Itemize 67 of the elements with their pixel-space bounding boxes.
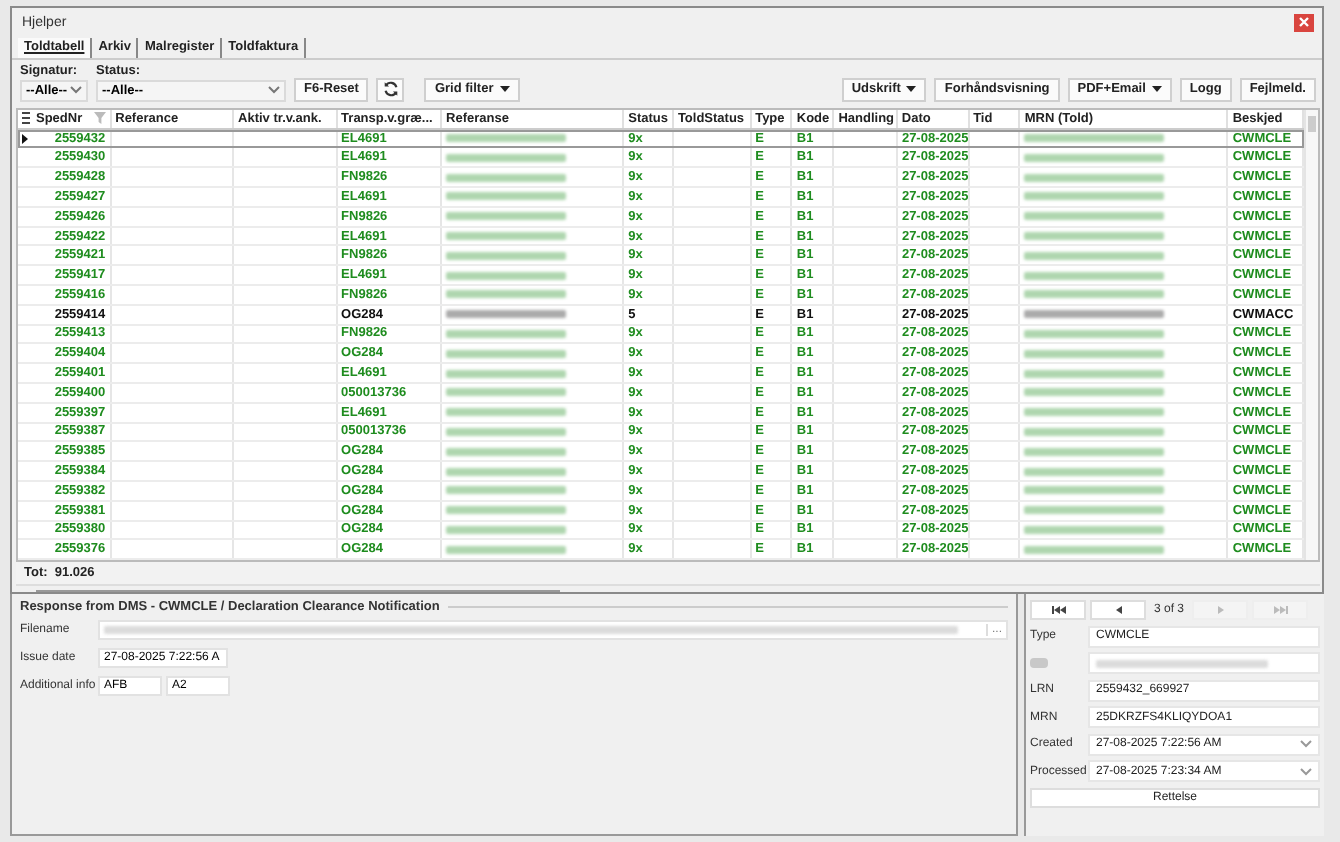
blurred-text <box>446 408 567 417</box>
blurred-text <box>446 192 567 201</box>
blurred-text <box>446 486 567 495</box>
blurred-text <box>1024 486 1164 495</box>
blurred-text <box>446 271 567 280</box>
first-page-icon <box>1051 606 1065 614</box>
blurred-text <box>1024 251 1164 260</box>
nav-button[interactable] <box>1030 600 1086 620</box>
blurred-text <box>446 388 567 397</box>
filter-icon <box>94 112 107 125</box>
blurred-text <box>446 545 567 554</box>
blurred-text <box>446 427 567 436</box>
blurred-text <box>446 329 567 338</box>
blurred-text <box>1024 232 1164 240</box>
blurred-text <box>1024 212 1164 221</box>
blurred-text <box>446 369 567 378</box>
blurred-text <box>1024 525 1164 534</box>
blurred-text <box>446 232 567 240</box>
blurred-text <box>1024 173 1164 182</box>
refresh-icon <box>381 80 400 99</box>
blurred-text <box>446 134 567 143</box>
blurred-text <box>1024 408 1164 417</box>
input-field[interactable] <box>1088 652 1320 675</box>
caret-icon <box>906 86 917 93</box>
close-icon <box>1298 16 1310 29</box>
caret-icon <box>499 86 510 93</box>
vertical-scrollbar[interactable] <box>1304 109 1318 561</box>
blurred-text <box>1024 388 1164 397</box>
blurred-text <box>1024 153 1164 162</box>
close-button[interactable] <box>1294 13 1314 32</box>
blurred-text <box>446 447 567 456</box>
column-chooser-icon <box>21 112 29 125</box>
next-icon <box>1217 606 1224 614</box>
blurred-text <box>446 349 567 358</box>
last-page-icon <box>1273 606 1288 614</box>
previous-icon <box>1115 606 1121 614</box>
blurred-text <box>1024 192 1164 201</box>
blurred-text <box>1024 349 1164 358</box>
blurred-text <box>1024 271 1164 280</box>
chevron-down-icon <box>70 86 82 95</box>
blurred-text <box>1024 369 1164 378</box>
blurred-text <box>446 251 567 260</box>
blurred-text <box>446 153 567 162</box>
blurred-text <box>1024 329 1164 338</box>
blurred-text <box>1024 506 1164 515</box>
blurred-text <box>446 525 567 534</box>
blurred-text <box>446 310 567 319</box>
blurred-text <box>1024 310 1164 319</box>
chevron-down-icon <box>268 86 280 95</box>
chevron-down-icon <box>1300 740 1312 749</box>
current-row-icon <box>22 133 28 144</box>
blurred-text <box>1024 467 1164 476</box>
blurred-text <box>446 506 567 515</box>
horizontal-scrollbar[interactable] <box>36 590 560 592</box>
blurred-text <box>1024 545 1164 554</box>
chevron-down-icon <box>1300 767 1312 776</box>
blurred-text <box>1024 290 1164 299</box>
blurred-text <box>1024 447 1164 456</box>
blurred-icon <box>1030 656 1048 671</box>
refresh-button[interactable] <box>376 77 405 102</box>
blurred-text <box>446 212 567 221</box>
blurred-text <box>446 290 567 299</box>
blurred-text <box>1024 134 1164 143</box>
blurred-text <box>446 467 567 476</box>
blurred-text <box>446 173 567 182</box>
blurred-text <box>1024 427 1164 436</box>
caret-icon <box>1151 86 1162 93</box>
